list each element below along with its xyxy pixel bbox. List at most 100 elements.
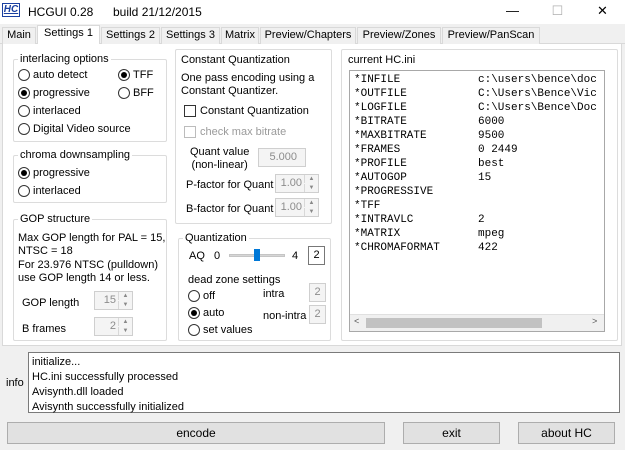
hscroll-thumb[interactable]	[366, 318, 542, 328]
ini-value: 2	[478, 214, 485, 226]
bff-radio[interactable]: BFF	[118, 87, 154, 99]
log-line: initialize...	[32, 356, 81, 368]
log-line: HC.ini successfully processed	[32, 371, 179, 383]
radio-icon	[118, 87, 130, 99]
non-intra-value-box[interactable]: 2	[309, 305, 326, 324]
ini-value: c:\users\bence\doc	[478, 74, 597, 86]
about-button[interactable]: about HC	[518, 422, 615, 444]
exit-button[interactable]: exit	[403, 422, 500, 444]
bframes-label: B frames	[22, 323, 67, 335]
ini-key: *FRAMES	[354, 144, 401, 156]
ini-key: *AUTOGOP	[354, 172, 407, 184]
hc-ini-textarea[interactable]: *INFILE c:\users\bence\doc *OUTFILE C:\User…	[349, 70, 605, 332]
aq-max-label: 4	[292, 250, 299, 262]
ini-line: *FRAMES 0 2449	[354, 144, 604, 158]
log-line: Avisynth.dll loaded	[32, 386, 124, 398]
ini-line: *MATRIX mpeg	[354, 228, 604, 242]
spin-up-icon[interactable]: ▲	[118, 318, 132, 326]
gop-title: GOP structure	[18, 213, 93, 225]
ini-line: *PROGRESSIVE	[354, 186, 604, 200]
spin-up-icon[interactable]: ▲	[304, 175, 318, 183]
scroll-right-icon[interactable]: >	[592, 317, 597, 327]
chroma-progressive-radio[interactable]: progressive	[18, 167, 90, 179]
auto-detect-radio[interactable]: auto detect	[18, 69, 87, 81]
radio-selected-icon	[188, 307, 200, 319]
gop-desc-line: For 23.976 NTSC (pulldown)	[18, 259, 159, 271]
interlacing-group: interlacing options auto detect progress…	[13, 53, 167, 142]
spin-down-icon[interactable]: ▼	[304, 208, 318, 216]
log-line: Avisynth successfully initialized	[32, 401, 185, 413]
aq-slider-thumb[interactable]	[254, 249, 260, 261]
aq-label: AQ	[189, 250, 205, 262]
spin-down-icon[interactable]: ▼	[118, 301, 132, 309]
ini-key: *INTRAVLC	[354, 214, 414, 226]
checkbox-icon	[184, 105, 196, 117]
encode-button[interactable]: encode	[7, 422, 385, 444]
p-factor-spinner[interactable]: 1.00 ▲ ▼	[275, 174, 319, 193]
tab-preview-zones[interactable]: Preview/Zones	[357, 27, 441, 44]
constant-quantization-checkbox[interactable]: Constant Quantization	[184, 105, 309, 117]
dz-set-values-radio[interactable]: set values	[188, 324, 253, 336]
ini-key: *TFF	[354, 200, 381, 212]
ini-line: *TFF	[354, 200, 604, 214]
cq-group: Constant Quantization One pass encoding …	[175, 49, 332, 224]
maximize-button[interactable]: ☐	[535, 0, 580, 24]
progressive-radio[interactable]: progressive	[18, 87, 90, 99]
chroma-group: chroma downsampling progressive interlac…	[13, 149, 167, 203]
spin-down-icon[interactable]: ▼	[304, 184, 318, 192]
info-log[interactable]: initialize... HC.ini successfully proces…	[28, 352, 620, 413]
intra-label: intra	[263, 288, 285, 300]
check-max-bitrate-checkbox[interactable]: check max bitrate	[184, 126, 286, 138]
app-logo-icon: HC	[2, 3, 20, 17]
dz-off-radio[interactable]: off	[188, 290, 215, 302]
spin-up-icon[interactable]: ▲	[304, 199, 318, 207]
checkbox-icon	[184, 126, 196, 138]
ini-value: C:\Users\Bence\Doc	[478, 102, 597, 114]
bframes-spinner[interactable]: 2 ▲ ▼	[94, 317, 133, 336]
ini-line: *LOGFILE C:\Users\Bence\Doc	[354, 102, 604, 116]
hc-ini-title: current HC.ini	[348, 54, 416, 66]
tab-settings-1[interactable]: Settings 1	[37, 25, 100, 45]
radio-icon	[18, 185, 30, 197]
ini-key: *PROGRESSIVE	[354, 186, 434, 198]
tab-preview-panscan[interactable]: Preview/PanScan	[442, 27, 540, 44]
ini-key: *PROFILE	[354, 158, 407, 170]
tab-settings-2[interactable]: Settings 2	[101, 27, 160, 44]
aq-value-box[interactable]: 2	[308, 246, 325, 265]
settings-panel: interlacing options auto detect progress…	[2, 44, 622, 346]
quant-value-field[interactable]: 5.000	[258, 148, 306, 167]
intra-value-box[interactable]: 2	[309, 283, 326, 302]
tab-matrix[interactable]: Matrix	[221, 27, 259, 44]
radio-icon	[188, 290, 200, 302]
quantization-group: Quantization AQ 0 4 2 dead zone settings…	[178, 232, 331, 341]
non-intra-label: non-intra	[263, 310, 307, 322]
build-label: build 21/12/2015	[113, 5, 202, 19]
quant-value-label: Quant value (non-linear)	[190, 146, 250, 171]
ini-value: mpeg	[478, 228, 505, 240]
dz-auto-radio[interactable]: auto	[188, 307, 224, 319]
interlaced-radio[interactable]: interlaced	[18, 105, 81, 117]
close-button[interactable]: ✕	[580, 0, 625, 24]
hc-ini-hscrollbar[interactable]: < >	[350, 314, 604, 331]
gop-length-spinner[interactable]: 15 ▲ ▼	[94, 291, 133, 310]
tab-main[interactable]: Main	[2, 27, 36, 44]
b-factor-label: B-factor for Quant	[186, 203, 274, 215]
radio-selected-icon	[118, 69, 130, 81]
spin-up-icon[interactable]: ▲	[118, 292, 132, 300]
tff-radio[interactable]: TFF	[118, 69, 153, 81]
ini-value: best	[478, 158, 505, 170]
scroll-left-icon[interactable]: <	[354, 317, 359, 327]
ini-value: C:\Users\Bence\Vic	[478, 88, 597, 100]
aq-min-label: 0	[214, 250, 221, 262]
b-factor-spinner[interactable]: 1.00 ▲ ▼	[275, 198, 319, 217]
ini-line: *AUTOGOP 15	[354, 172, 604, 186]
ini-key: *MATRIX	[354, 228, 401, 240]
tab-settings-3[interactable]: Settings 3	[161, 27, 220, 44]
tab-preview-chapters[interactable]: Preview/Chapters	[260, 27, 356, 44]
digital-video-source-radio[interactable]: Digital Video source	[18, 123, 131, 135]
spin-down-icon[interactable]: ▼	[118, 327, 132, 335]
minimize-button[interactable]: —	[490, 0, 535, 24]
ini-key: *OUTFILE	[354, 88, 407, 100]
ini-line: *INFILE c:\users\bence\doc	[354, 74, 604, 88]
chroma-interlaced-radio[interactable]: interlaced	[18, 185, 81, 197]
